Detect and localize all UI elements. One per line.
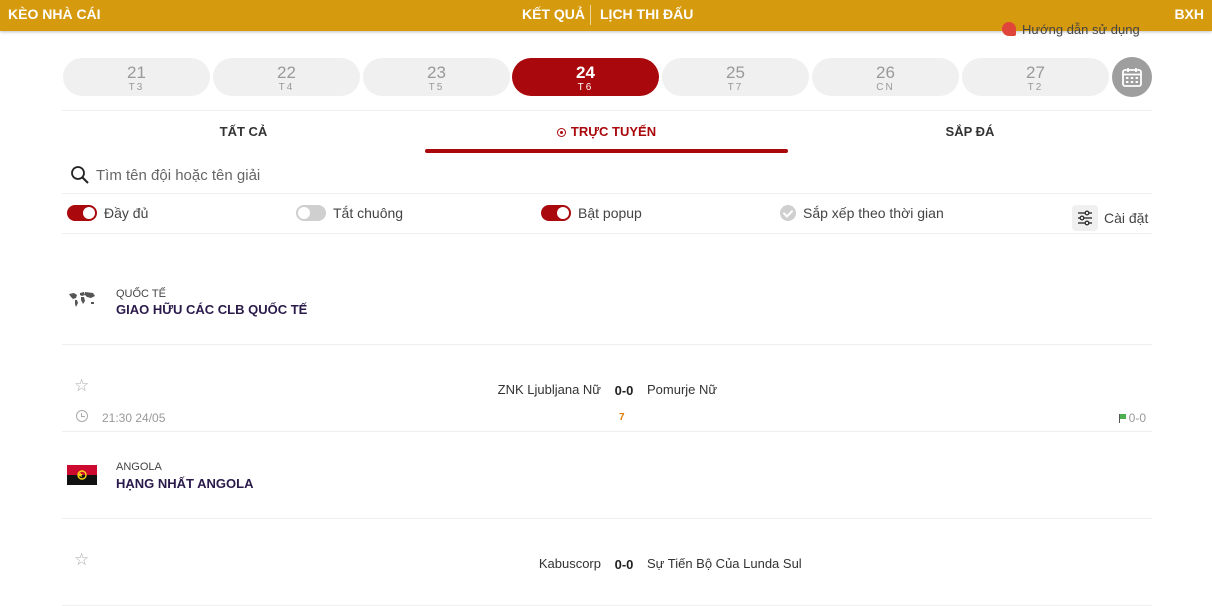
options-row: Đầy đủ Tắt chuông Bật popup Sắp xếp theo…	[62, 196, 1152, 234]
date-day: 23	[427, 63, 446, 82]
date-weekday: T6	[577, 82, 594, 93]
home-team: ZNK Ljubljana Nữ	[497, 382, 601, 397]
full-toggle-label: Đầy đủ	[104, 205, 149, 221]
calendar-icon	[1122, 68, 1142, 87]
date-pill[interactable]: 26 CN	[812, 58, 959, 96]
world-map-icon	[69, 292, 95, 307]
user-guide-link[interactable]: Hướng dẫn sử dụng	[1002, 22, 1140, 37]
league-header[interactable]: ANGOLA HẠNG NHẤT ANGOLA	[62, 447, 1152, 519]
nav-standings-link[interactable]: BXH	[1174, 0, 1204, 31]
date-weekday: CN	[876, 82, 895, 93]
search-bar	[62, 156, 1152, 194]
tab-all-label: TẤT CẢ	[219, 124, 268, 139]
date-day: 27	[1026, 63, 1045, 82]
date-day: 21	[127, 63, 146, 82]
tab-upcoming-label: SẮP ĐÁ	[945, 124, 995, 139]
nav-divider	[590, 5, 591, 25]
match-score: 0-0	[614, 557, 634, 572]
match-time: 21:30 24/05	[102, 411, 166, 425]
toggle-switch[interactable]	[296, 205, 326, 221]
sliders-icon	[1072, 205, 1098, 231]
sort-label: Sắp xếp theo thời gian	[803, 205, 944, 221]
full-toggle[interactable]: Đầy đủ	[67, 205, 148, 225]
sort-by-time-option[interactable]: Sắp xếp theo thời gian	[780, 205, 944, 225]
away-team: Sự Tiến Bộ Của Lunda Sul	[647, 556, 802, 571]
favorite-star-icon[interactable]: ☆	[74, 376, 89, 396]
date-weekday: T4	[278, 82, 295, 93]
check-icon	[780, 205, 796, 221]
date-pill-selected[interactable]: 24 T6	[512, 58, 659, 96]
date-day: 22	[277, 63, 296, 82]
date-pill[interactable]: 22 T4	[213, 58, 360, 96]
league-country: QUỐC TẾ	[116, 288, 166, 300]
brand-link[interactable]: KÈO NHÀ CÁI	[8, 0, 101, 31]
date-weekday: T5	[428, 82, 445, 93]
tab-all[interactable]: TẤT CẢ	[62, 111, 425, 155]
settings-label: Cài đặt	[1104, 210, 1149, 226]
toggle-switch[interactable]	[541, 205, 571, 221]
away-team: Pomurje Nữ	[647, 382, 718, 397]
date-day: 25	[726, 63, 745, 82]
user-guide-label: Hướng dẫn sử dụng	[1022, 22, 1140, 37]
date-pill[interactable]: 25 T7	[662, 58, 809, 96]
guide-icon	[1002, 22, 1016, 36]
match-score: 0-0	[614, 383, 634, 398]
tab-upcoming[interactable]: SẮP ĐÁ	[788, 111, 1152, 155]
search-icon	[71, 166, 89, 184]
nav-schedule-link[interactable]: LỊCH THI ĐẤU	[600, 0, 693, 31]
nav-results-link[interactable]: KẾT QUẢ	[522, 0, 585, 31]
live-dot-icon	[556, 128, 566, 137]
calendar-button[interactable]	[1112, 57, 1152, 97]
match-row[interactable]: ☆ Kabuscorp 0-0 Sự Tiến Bộ Của Lunda Sul	[62, 520, 1152, 606]
league-country: ANGOLA	[116, 461, 162, 473]
mute-toggle[interactable]: Tắt chuông	[296, 205, 403, 225]
date-weekday: T3	[128, 82, 145, 93]
corner-score: 0-0	[1128, 411, 1146, 425]
favorite-star-icon[interactable]: ☆	[74, 550, 89, 570]
corner-count: 0-0	[1118, 411, 1146, 425]
angola-flag-icon	[67, 465, 97, 485]
match-minute: 7	[619, 412, 625, 423]
date-day: 24	[576, 63, 595, 82]
toggle-switch[interactable]	[67, 205, 97, 221]
date-weekday: T7	[727, 82, 744, 93]
popup-toggle-label: Bật popup	[578, 205, 642, 221]
league-name: HẠNG NHẤT ANGOLA	[116, 476, 254, 491]
search-input[interactable]	[96, 160, 996, 190]
date-pill[interactable]: 23 T5	[363, 58, 510, 96]
mute-toggle-label: Tắt chuông	[333, 205, 404, 221]
settings-button[interactable]: Cài đặt	[1072, 205, 1149, 231]
league-name: GIAO HỮU CÁC CLB QUỐC TẾ	[116, 302, 308, 317]
tab-live-label: TRỰC TUYẾN	[570, 124, 657, 139]
date-pill[interactable]: 21 T3	[63, 58, 210, 96]
corner-flag-icon	[1118, 414, 1127, 423]
match-row[interactable]: ☆ ZNK Ljubljana Nữ 0-0 Pomurje Nữ 21:30 …	[62, 346, 1152, 432]
league-header[interactable]: QUỐC TẾ GIAO HỮU CÁC CLB QUỐC TẾ	[62, 273, 1152, 345]
popup-toggle[interactable]: Bật popup	[541, 205, 642, 225]
home-team: Kabuscorp	[538, 556, 601, 571]
date-weekday: T2	[1027, 82, 1044, 93]
active-tab-indicator	[425, 149, 788, 153]
date-pill[interactable]: 27 T2	[962, 58, 1109, 96]
clock-icon	[76, 410, 88, 422]
date-day: 26	[876, 63, 895, 82]
